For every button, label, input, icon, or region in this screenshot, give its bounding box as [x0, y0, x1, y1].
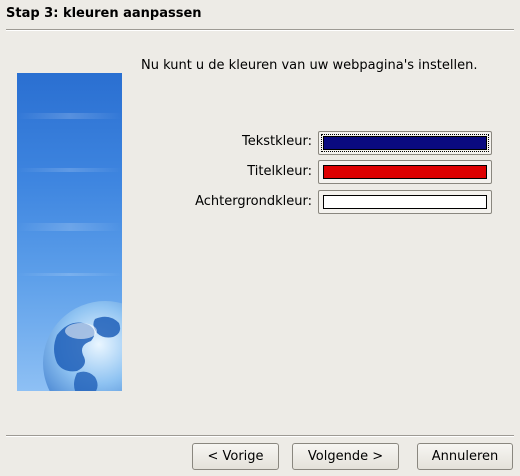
text-color-label: Tekstkleur:: [241, 134, 312, 149]
top-separator: [6, 29, 514, 31]
wizard-step-title: Stap 3: kleuren aanpassen: [6, 6, 202, 21]
background-color-swatch: [323, 195, 487, 209]
intro-text: Nu kunt u de kleuren van uw webpagina's …: [141, 58, 478, 73]
globe-banner-image: [17, 73, 122, 391]
background-color-label: Achtergrondkleur:: [195, 194, 312, 209]
text-color-swatch: [321, 134, 489, 152]
background-color-button[interactable]: [318, 190, 492, 214]
text-color-button[interactable]: [318, 131, 492, 155]
title-color-swatch: [323, 165, 487, 179]
back-button[interactable]: < Vorige: [192, 443, 279, 470]
title-color-label: Titelkleur:: [247, 164, 312, 179]
title-color-button[interactable]: [318, 160, 492, 184]
cancel-button[interactable]: Annuleren: [417, 443, 513, 470]
next-button[interactable]: Volgende >: [292, 443, 399, 470]
bottom-separator: [6, 435, 514, 437]
